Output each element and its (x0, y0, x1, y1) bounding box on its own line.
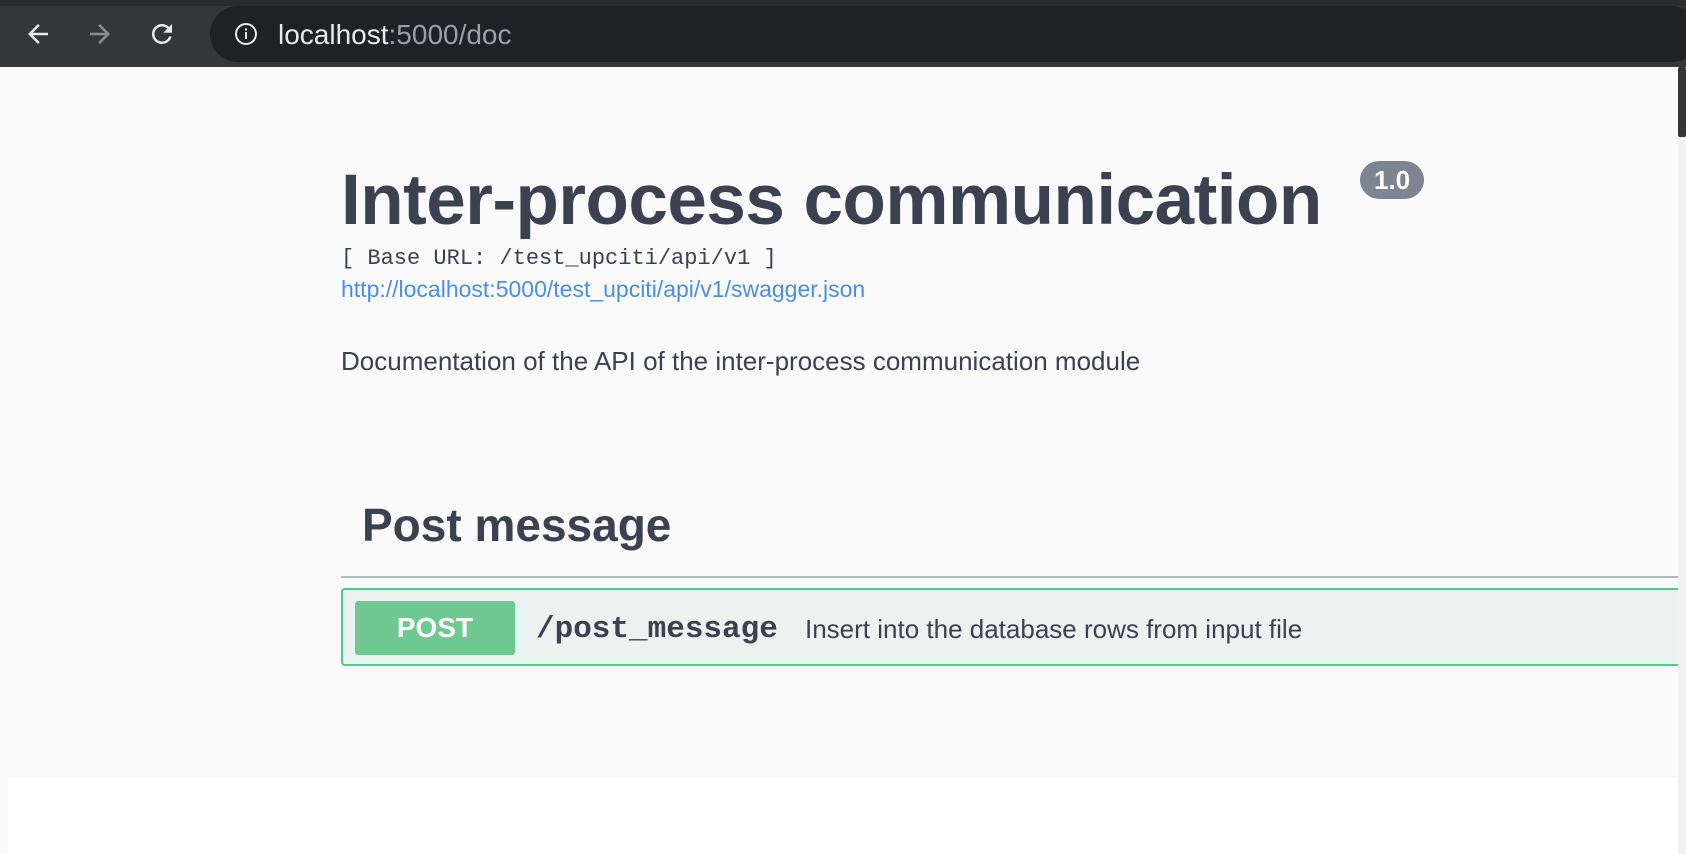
operation-summary: Insert into the database rows from input… (805, 614, 1303, 644)
url-host: localhost (278, 19, 389, 50)
method-badge-post: POST (355, 601, 515, 655)
browser-toolbar: localhost:5000/doc (0, 0, 1686, 67)
operation-path: /post_message (536, 612, 778, 647)
post-message-operation[interactable]: POST /post_message Insert into the datab… (341, 588, 1678, 666)
info-icon[interactable] (234, 22, 258, 46)
tag-divider (341, 576, 1678, 578)
scrollbar-thumb[interactable] (1678, 67, 1686, 137)
scrollbar-track[interactable] (1678, 67, 1686, 854)
forward-button[interactable] (78, 14, 122, 54)
tag-post-message-header[interactable]: Post message (362, 498, 671, 552)
forward-arrow-icon (90, 24, 110, 44)
back-arrow-icon (28, 24, 48, 44)
reload-icon (151, 23, 172, 44)
address-bar[interactable]: localhost:5000/doc (210, 6, 1686, 62)
page-title: Inter-process communication (341, 161, 1322, 240)
api-title-row: Inter-process communication (341, 160, 1322, 242)
swagger-json-link[interactable]: http://localhost:5000/test_upciti/api/v1… (341, 276, 865, 303)
url-path: :5000/doc (388, 19, 512, 50)
base-url: [ Base URL: /test_upciti/api/v1 ] (341, 246, 777, 271)
page-edge (0, 778, 8, 854)
page-bottom-area (8, 778, 1678, 854)
api-description: Documentation of the API of the inter-pr… (341, 346, 1141, 376)
url-text[interactable]: localhost:5000/doc (278, 20, 512, 50)
version-badge: 1.0 (1360, 161, 1425, 199)
reload-button[interactable] (140, 14, 184, 54)
back-button[interactable] (16, 14, 60, 54)
